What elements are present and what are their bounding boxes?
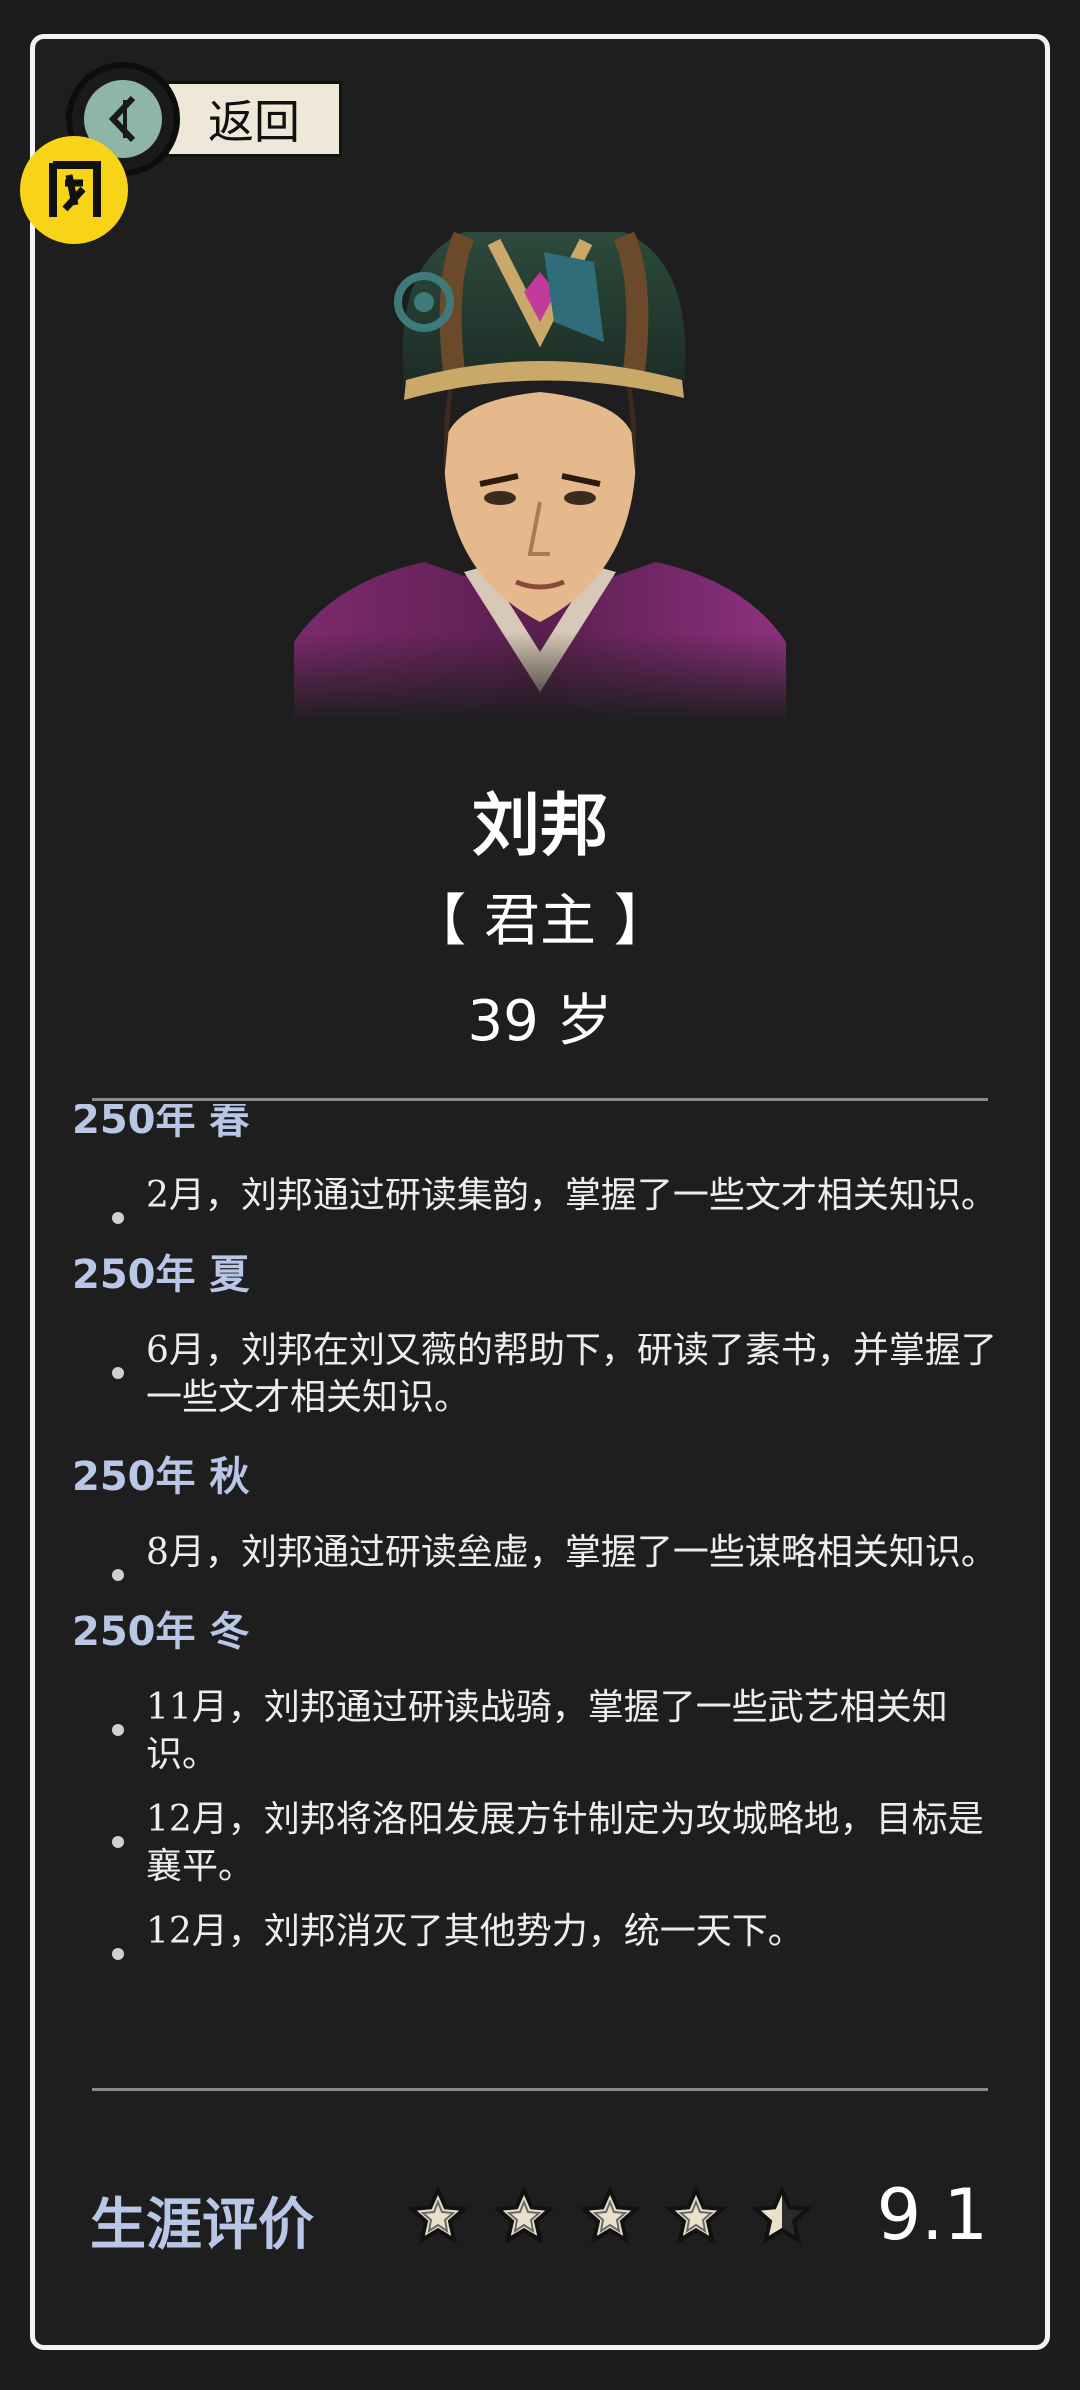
log-section: 250年 秋 8月，刘邦通过研读垒虚，掌握了一些谋略相关知识。: [40, 1439, 1040, 1581]
log-event: 8月，刘邦通过研读垒虚，掌握了一些谋略相关知识。: [40, 1529, 1040, 1581]
log-event: 12月，刘邦消灭了其他势力，统一天下。: [40, 1908, 1040, 1960]
log-section: 250年 夏 6月，刘邦在刘又薇的帮助下，研读了素书，并掌握了一些文才相关知识。: [40, 1237, 1040, 1421]
season-header: 250年 秋: [72, 1454, 250, 1500]
season-header: 250年 夏: [72, 1252, 250, 1298]
back-arrow-icon: [108, 95, 136, 143]
divider-bottom: [92, 2088, 988, 2091]
character-role: 【 君主 】: [410, 889, 670, 954]
log-section: 250年 春 2月，刘邦通过研读集韵，掌握了一些文才相关知识。: [40, 1104, 1040, 1224]
star-icon: [580, 2186, 640, 2245]
log-event: 6月，刘邦在刘又薇的帮助下，研读了素书，并掌握了一些文才相关知识。: [40, 1327, 1040, 1421]
rating-stars: [408, 2186, 812, 2246]
career-score: 9.1: [876, 2174, 988, 2256]
event-log[interactable]: 250年 春 2月，刘邦通过研读集韵，掌握了一些文才相关知识。 250年 夏 6…: [40, 1104, 1040, 2044]
character-portrait: [294, 222, 786, 722]
character-age: 39 岁: [467, 989, 613, 1054]
log-event: 12月，刘邦将洛阳发展方针制定为攻城略地，目标是襄平。: [40, 1796, 1040, 1890]
app-badge-icon: [20, 136, 128, 244]
log-event: 2月，刘邦通过研读集韵，掌握了一些文才相关知识。: [40, 1172, 1040, 1224]
star-icon: [494, 2186, 554, 2245]
star-icon: [666, 2186, 726, 2245]
log-event: 11月，刘邦通过研读战骑，掌握了一些武艺相关知识。: [40, 1684, 1040, 1778]
back-label[interactable]: 返回: [166, 81, 342, 157]
season-header: 250年 春: [72, 1104, 250, 1143]
career-rating-label: 生涯评价: [90, 2193, 314, 2258]
log-section: 250年 冬 11月，刘邦通过研读战骑，掌握了一些武艺相关知识。 12月，刘邦将…: [40, 1594, 1040, 1960]
season-header: 250年 冬: [72, 1609, 250, 1655]
half-star-icon: [752, 2186, 812, 2245]
divider-top: [92, 1098, 988, 1101]
character-name: 刘邦: [471, 787, 608, 866]
star-icon: [408, 2186, 468, 2245]
